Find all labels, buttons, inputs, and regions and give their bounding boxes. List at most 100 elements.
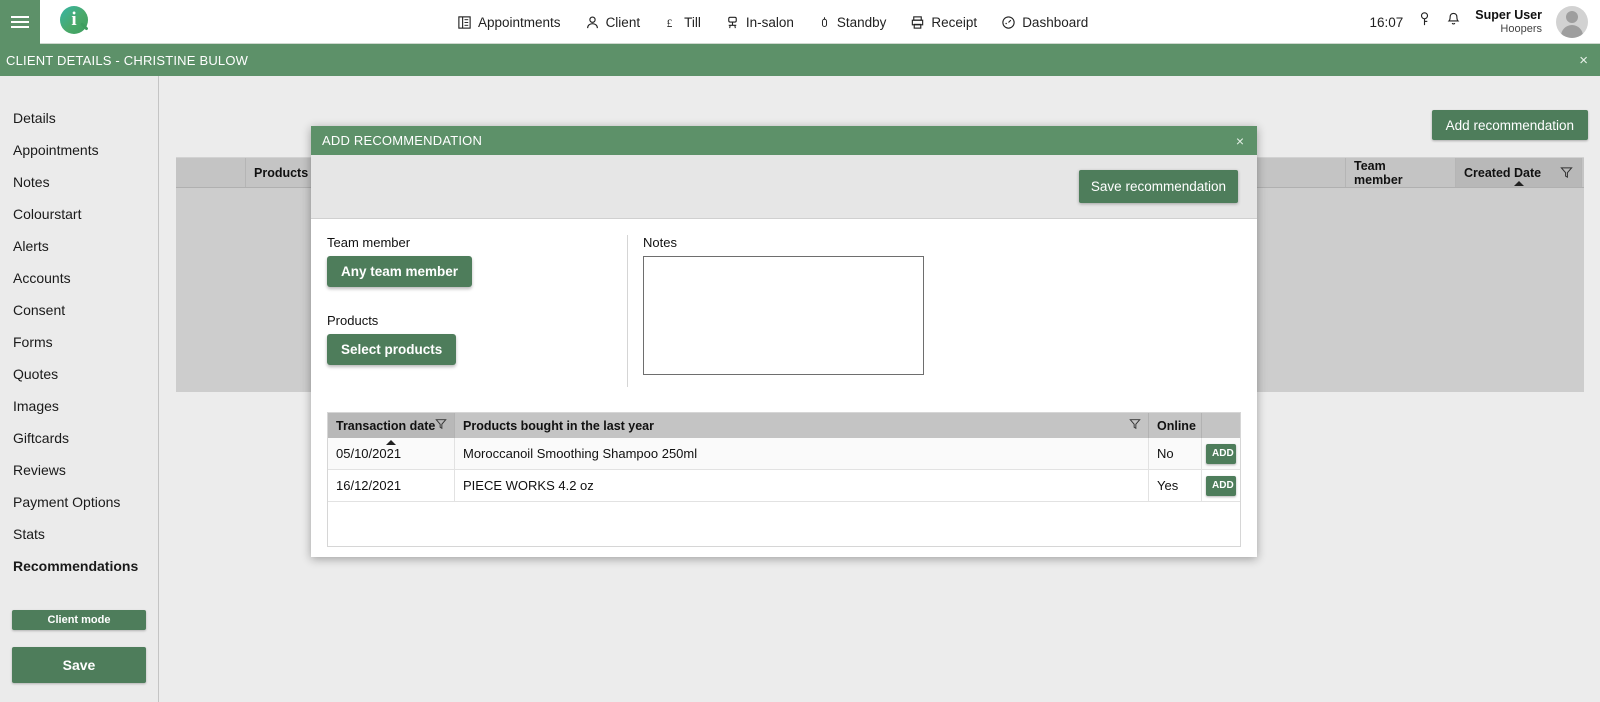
avatar[interactable] <box>1556 6 1588 38</box>
column-header-products-bought[interactable]: Products bought in the last year <box>455 413 1149 438</box>
page-title-bar: CLIENT DETAILS - CHRISTINE BULOW × <box>0 44 1600 76</box>
sidebar-item-forms[interactable]: Forms <box>0 326 158 358</box>
column-header-transaction-date[interactable]: Transaction date <box>328 413 455 445</box>
column-header-team-member[interactable]: Team member <box>1346 158 1456 187</box>
hamburger-bars <box>11 13 29 31</box>
column-header-created-date[interactable]: Created Date <box>1456 158 1582 187</box>
sidebar-item-recommendations[interactable]: Recommendations <box>0 550 158 582</box>
hamburger-menu-icon[interactable] <box>0 0 40 44</box>
sidebar-label: Accounts <box>13 270 71 286</box>
sidebar-item-colourstart[interactable]: Colourstart <box>0 198 158 230</box>
column-label: Transaction date <box>336 418 436 433</box>
user-name: Super User <box>1475 8 1542 23</box>
products-group: Products Select products <box>327 313 627 365</box>
gauge-icon <box>1001 15 1016 30</box>
nav-item-appointments[interactable]: Appointments <box>455 12 563 33</box>
nav-label-appointments: Appointments <box>478 14 561 30</box>
column-header-action <box>1202 413 1240 438</box>
sidebar-item-reviews[interactable]: Reviews <box>0 454 158 486</box>
sidebar-label: Quotes <box>13 366 59 382</box>
top-navigation-bar: i Appointments Client £ Till In-salon St… <box>0 0 1600 44</box>
nav-item-client[interactable]: Client <box>583 12 643 33</box>
nav-label-receipt: Receipt <box>931 14 978 30</box>
notes-input[interactable] <box>643 256 924 375</box>
clock: 16:07 <box>1369 14 1404 30</box>
cell-action: ADD <box>1202 470 1240 501</box>
dialog-close-icon[interactable]: × <box>1236 126 1244 155</box>
products-bought-table-header: Transaction date Products bought in the … <box>328 413 1240 445</box>
nav-item-in-salon[interactable]: In-salon <box>723 12 796 33</box>
main-nav: Appointments Client £ Till In-salon Stan… <box>455 0 1090 44</box>
page-title: CLIENT DETAILS - CHRISTINE BULOW <box>6 52 249 68</box>
sidebar-label: Reviews <box>13 462 66 478</box>
add-product-button[interactable]: ADD <box>1206 443 1236 464</box>
dialog-body: Team member Any team member Products Sel… <box>311 219 1257 387</box>
sidebar-label: Recommendations <box>13 558 139 574</box>
filter-icon[interactable] <box>1129 418 1141 433</box>
sidebar-item-notes[interactable]: Notes <box>0 166 158 198</box>
sidebar-item-payment-options[interactable]: Payment Options <box>0 486 158 518</box>
chair-icon <box>725 15 740 30</box>
person-icon <box>585 15 600 30</box>
app-logo-icon[interactable]: i <box>58 4 94 40</box>
column-label: Team member <box>1354 159 1403 187</box>
column-label: Online <box>1157 418 1196 433</box>
team-member-label: Team member <box>327 235 411 250</box>
sidebar-item-giftcards[interactable]: Giftcards <box>0 422 158 454</box>
sidebar-item-images[interactable]: Images <box>0 390 158 422</box>
cell-product: PIECE WORKS 4.2 oz <box>455 470 1149 501</box>
sidebar-item-accounts[interactable]: Accounts <box>0 262 158 294</box>
sidebar-item-appointments[interactable]: Appointments <box>0 134 158 166</box>
cell-online: Yes <box>1149 470 1202 501</box>
client-mode-button[interactable]: Client mode <box>12 610 146 630</box>
sidebar-label: Forms <box>13 334 53 350</box>
column-header-online[interactable]: Online <box>1149 413 1202 438</box>
select-products-button[interactable]: Select products <box>327 334 457 365</box>
nav-item-till[interactable]: £ Till <box>662 12 703 33</box>
sort-ascending-icon <box>1513 181 1524 186</box>
sidebar-item-quotes[interactable]: Quotes <box>0 358 158 390</box>
standby-icon <box>818 15 831 30</box>
pound-icon: £ <box>664 15 678 30</box>
nav-label-dashboard: Dashboard <box>1022 14 1089 30</box>
nav-item-dashboard[interactable]: Dashboard <box>999 12 1090 33</box>
nav-label-in-salon: In-salon <box>745 14 794 30</box>
column-label: Products <box>254 165 309 180</box>
sidebar-label: Images <box>13 398 59 414</box>
cell-product: Moroccanoil Smoothing Shampoo 250ml <box>455 438 1149 469</box>
add-recommendation-button[interactable]: Add recommendation <box>1431 110 1588 140</box>
table-row[interactable]: 05/10/2021 Moroccanoil Smoothing Shampoo… <box>328 438 1240 470</box>
help-key-icon[interactable] <box>1417 11 1432 33</box>
sidebar-item-alerts[interactable]: Alerts <box>0 230 158 262</box>
products-label: Products <box>327 313 379 328</box>
sidebar-item-stats[interactable]: Stats <box>0 518 158 550</box>
nav-label-till: Till <box>684 14 701 30</box>
nav-item-receipt[interactable]: Receipt <box>908 12 979 33</box>
save-button[interactable]: Save <box>12 647 146 683</box>
page-close-icon[interactable]: × <box>1579 44 1588 76</box>
sidebar-item-consent[interactable]: Consent <box>0 294 158 326</box>
table-row[interactable]: 16/12/2021 PIECE WORKS 4.2 oz Yes ADD <box>328 470 1240 502</box>
table-empty-space <box>328 502 1240 547</box>
svg-text:£: £ <box>667 17 673 29</box>
team-member-selector[interactable]: Any team member <box>327 256 473 287</box>
save-recommendation-button[interactable]: Save recommendation <box>1078 170 1238 203</box>
column-header-blank[interactable] <box>176 158 246 187</box>
cell-action: ADD <box>1202 438 1240 469</box>
sidebar-label: Alerts <box>13 238 49 254</box>
filter-icon[interactable] <box>435 418 447 433</box>
dialog-right-column: Notes <box>643 235 933 380</box>
user-info[interactable]: Super User Hoopers <box>1475 8 1542 35</box>
add-product-button[interactable]: ADD <box>1206 475 1236 496</box>
sidebar-label: Consent <box>13 302 66 318</box>
sidebar-item-details[interactable]: Details <box>0 102 158 134</box>
nav-label-standby: Standby <box>836 14 887 30</box>
sidebar-label: Details <box>13 110 56 126</box>
add-recommendation-dialog: ADD RECOMMENDATION × Save recommendation… <box>311 126 1257 557</box>
dialog-header: ADD RECOMMENDATION × <box>311 126 1257 155</box>
printer-icon <box>910 15 925 30</box>
bell-icon[interactable] <box>1446 11 1461 33</box>
nav-item-standby[interactable]: Standby <box>816 12 889 33</box>
filter-icon[interactable] <box>1560 166 1573 182</box>
user-org: Hoopers <box>1500 22 1542 35</box>
